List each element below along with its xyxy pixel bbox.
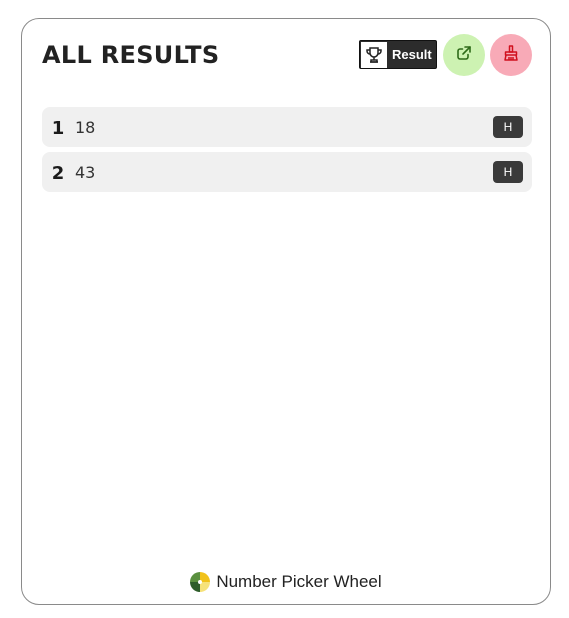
result-button-label: Result <box>392 47 432 62</box>
result-index: 2 <box>51 162 65 184</box>
share-button[interactable] <box>443 34 485 76</box>
wheel-logo-icon <box>190 572 211 592</box>
brand-name: Number Picker Wheel <box>216 572 382 591</box>
footer-brand[interactable]: Number Picker Wheel <box>22 572 550 592</box>
external-link-icon <box>456 45 472 65</box>
result-button[interactable]: Result <box>359 40 437 69</box>
hide-result-button[interactable]: H <box>493 116 523 138</box>
results-panel: ALL RESULTS Result 1 18 H 2 43 H Number … <box>21 18 551 605</box>
panel-title: ALL RESULTS <box>42 41 220 69</box>
result-row: 2 43 H <box>42 152 532 192</box>
hide-result-button[interactable]: H <box>493 161 523 183</box>
clear-results-button[interactable] <box>490 34 532 76</box>
broom-icon <box>502 44 520 66</box>
result-row: 1 18 H <box>42 107 532 147</box>
result-value: 43 <box>75 162 96 182</box>
result-index: 1 <box>51 117 65 139</box>
trophy-icon <box>361 41 387 68</box>
result-value: 18 <box>75 117 96 137</box>
